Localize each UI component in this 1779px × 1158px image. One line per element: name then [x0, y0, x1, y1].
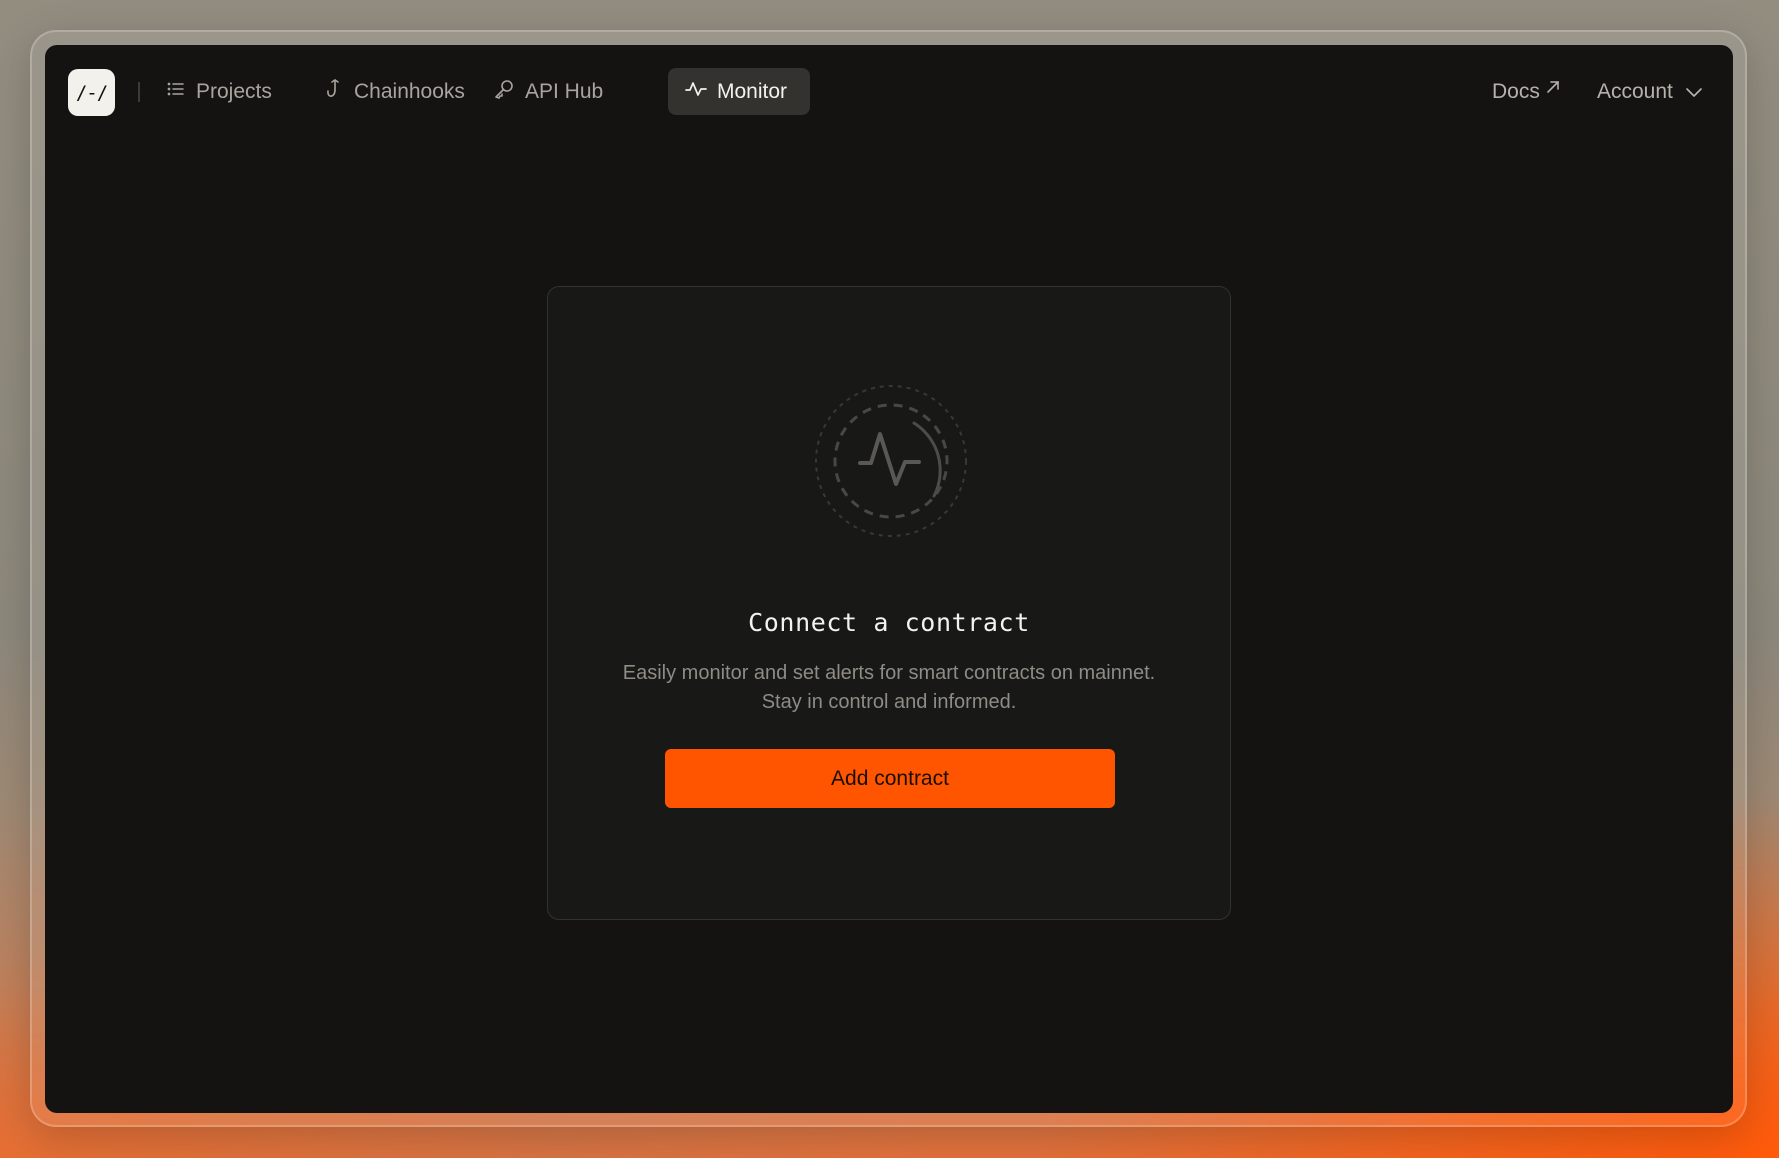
- key-icon: [493, 78, 515, 106]
- nav-item-label: Monitor: [717, 79, 788, 103]
- docs-link[interactable]: Docs: [1492, 68, 1560, 115]
- empty-state-card: Connect a contract Easily monitor and se…: [547, 286, 1231, 920]
- docs-label: Docs: [1492, 79, 1540, 103]
- top-navigation: /-/ Projects Chainhooks API Hub Monitor …: [45, 45, 1733, 140]
- pulse-icon: [685, 79, 707, 105]
- nav-item-label: Projects: [196, 79, 272, 103]
- description-line: Stay in control and informed.: [761, 691, 1017, 713]
- nav-item-projects[interactable]: Projects: [149, 68, 289, 115]
- app-logo[interactable]: /-/: [68, 69, 115, 116]
- app-window: /-/ Projects Chainhooks API Hub Monitor …: [45, 45, 1733, 1113]
- logo-text: /-/: [75, 81, 108, 104]
- empty-state-title: Connect a contract: [748, 608, 1030, 637]
- nav-item-chainhooks[interactable]: Chainhooks: [307, 68, 482, 115]
- monitor-pulse-icon: [814, 384, 968, 538]
- hook-icon: [324, 78, 344, 106]
- chevron-down-icon: [1685, 80, 1703, 104]
- description-line: Easily monitor and set alerts for smart …: [622, 662, 1156, 684]
- account-label: Account: [1597, 79, 1673, 103]
- account-menu[interactable]: Account: [1597, 68, 1703, 115]
- nav-item-label: Chainhooks: [354, 79, 465, 103]
- list-icon: [166, 79, 186, 105]
- nav-item-monitor[interactable]: Monitor: [668, 68, 810, 115]
- external-link-icon: [1546, 76, 1560, 100]
- nav-item-label: API Hub: [525, 79, 604, 103]
- add-contract-button[interactable]: Add contract: [665, 749, 1115, 808]
- nav-item-api-hub[interactable]: API Hub: [476, 68, 620, 115]
- nav-divider: [138, 82, 140, 102]
- empty-state-description: Easily monitor and set alerts for smart …: [588, 659, 1190, 717]
